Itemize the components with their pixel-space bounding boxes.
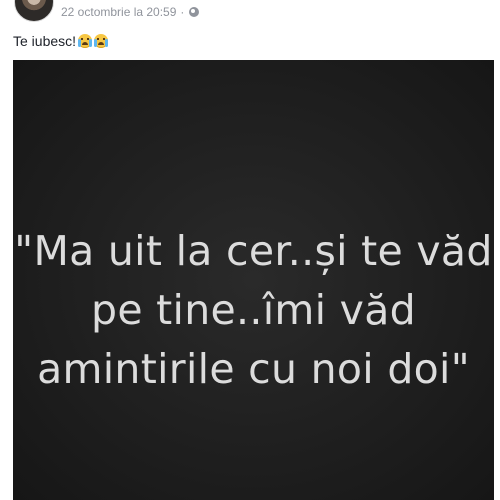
page-edge (494, 0, 500, 500)
post-meta: 22 octombrie la 20:59 · (61, 5, 200, 19)
photo-quote: "Ma uit la cer..și te văd pe tine..îmi v… (13, 222, 494, 399)
post-message: Te iubesc! (13, 33, 109, 49)
quote-line: pe tine..îmi văd (91, 286, 416, 334)
quote-line: amintirile cu noi doi" (37, 345, 470, 393)
post-message-text: Te iubesc! (13, 33, 77, 49)
facebook-post: 22 octombrie la 20:59 · Te iubesc! "Ma u… (0, 0, 500, 500)
crying-face-emoji-icon (78, 34, 93, 48)
post-photo[interactable]: "Ma uit la cer..și te văd pe tine..îmi v… (13, 60, 494, 500)
author-avatar[interactable] (14, 0, 54, 22)
globe-icon[interactable] (189, 7, 200, 17)
quote-line: "Ma uit la cer..și te văd (14, 227, 493, 275)
meta-separator: · (180, 5, 185, 19)
post-timestamp[interactable]: 22 octombrie la 20:59 (61, 5, 176, 19)
crying-face-emoji-icon (94, 34, 109, 48)
